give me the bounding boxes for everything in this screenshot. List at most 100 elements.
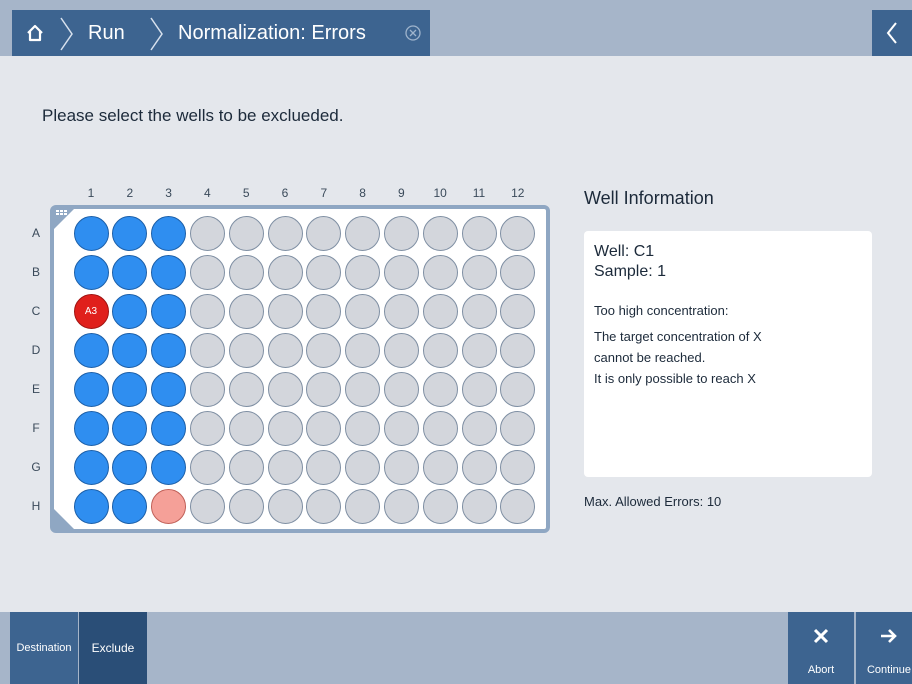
well[interactable] [383, 332, 419, 368]
well[interactable] [228, 293, 264, 329]
well[interactable] [500, 293, 536, 329]
well[interactable] [345, 254, 381, 290]
well[interactable] [151, 332, 187, 368]
well[interactable] [73, 488, 109, 524]
well[interactable] [189, 410, 225, 446]
well[interactable] [112, 449, 148, 485]
well[interactable] [461, 488, 497, 524]
well[interactable] [422, 332, 458, 368]
well[interactable] [345, 449, 381, 485]
tab-exclude[interactable]: Exclude [79, 612, 147, 684]
well[interactable] [189, 293, 225, 329]
well[interactable] [151, 488, 187, 524]
well[interactable] [383, 371, 419, 407]
well[interactable] [422, 215, 458, 251]
select-all-grid-icon[interactable] [56, 210, 70, 220]
well[interactable] [500, 332, 536, 368]
well[interactable] [112, 254, 148, 290]
well[interactable] [73, 332, 109, 368]
well[interactable] [383, 293, 419, 329]
well[interactable] [500, 410, 536, 446]
well[interactable] [461, 215, 497, 251]
well[interactable] [112, 332, 148, 368]
well[interactable] [73, 215, 109, 251]
well[interactable] [228, 488, 264, 524]
well[interactable] [267, 254, 303, 290]
well[interactable] [306, 449, 342, 485]
well[interactable] [267, 371, 303, 407]
well[interactable] [267, 293, 303, 329]
well[interactable] [151, 215, 187, 251]
well[interactable] [112, 488, 148, 524]
well[interactable] [461, 293, 497, 329]
well[interactable] [189, 215, 225, 251]
well[interactable] [189, 449, 225, 485]
well[interactable] [151, 293, 187, 329]
well[interactable] [112, 215, 148, 251]
well[interactable] [189, 332, 225, 368]
well[interactable] [228, 410, 264, 446]
well[interactable] [345, 371, 381, 407]
well[interactable] [267, 410, 303, 446]
well[interactable] [461, 254, 497, 290]
well[interactable] [267, 488, 303, 524]
well[interactable] [228, 449, 264, 485]
well[interactable] [500, 449, 536, 485]
well[interactable] [383, 410, 419, 446]
well[interactable] [73, 254, 109, 290]
well[interactable] [189, 488, 225, 524]
well[interactable] [461, 371, 497, 407]
well[interactable] [422, 293, 458, 329]
well[interactable] [306, 488, 342, 524]
well[interactable] [306, 410, 342, 446]
back-button[interactable] [872, 10, 912, 56]
well[interactable] [267, 215, 303, 251]
well[interactable] [112, 410, 148, 446]
well[interactable] [73, 449, 109, 485]
well[interactable] [422, 254, 458, 290]
well[interactable] [151, 254, 187, 290]
well[interactable]: A3 [73, 293, 109, 329]
well[interactable] [345, 293, 381, 329]
well[interactable] [151, 371, 187, 407]
well[interactable] [151, 410, 187, 446]
well[interactable] [189, 254, 225, 290]
well[interactable] [422, 371, 458, 407]
well[interactable] [345, 332, 381, 368]
well[interactable] [383, 215, 419, 251]
well[interactable] [306, 215, 342, 251]
abort-button[interactable]: Abort [788, 612, 854, 684]
home-button[interactable] [12, 10, 58, 56]
well[interactable] [228, 332, 264, 368]
well[interactable] [306, 332, 342, 368]
well[interactable] [306, 371, 342, 407]
well[interactable] [189, 371, 225, 407]
well[interactable] [73, 371, 109, 407]
continue-button[interactable]: Continue [856, 612, 912, 684]
well[interactable] [345, 410, 381, 446]
well[interactable] [267, 449, 303, 485]
well[interactable] [383, 488, 419, 524]
well[interactable] [228, 215, 264, 251]
well[interactable] [500, 215, 536, 251]
well[interactable] [345, 215, 381, 251]
well[interactable] [383, 449, 419, 485]
well[interactable] [422, 410, 458, 446]
well[interactable] [500, 254, 536, 290]
well[interactable] [345, 488, 381, 524]
tab-destination[interactable]: Destination [10, 612, 78, 684]
close-circle-icon[interactable] [404, 24, 422, 42]
breadcrumb-run[interactable]: Run [88, 10, 125, 56]
well[interactable] [112, 371, 148, 407]
well[interactable] [500, 488, 536, 524]
well[interactable] [306, 293, 342, 329]
well[interactable] [112, 293, 148, 329]
well[interactable] [228, 254, 264, 290]
well[interactable] [500, 371, 536, 407]
well[interactable] [151, 449, 187, 485]
well[interactable] [73, 410, 109, 446]
well[interactable] [306, 254, 342, 290]
well[interactable] [383, 254, 419, 290]
well[interactable] [461, 332, 497, 368]
well[interactable] [267, 332, 303, 368]
